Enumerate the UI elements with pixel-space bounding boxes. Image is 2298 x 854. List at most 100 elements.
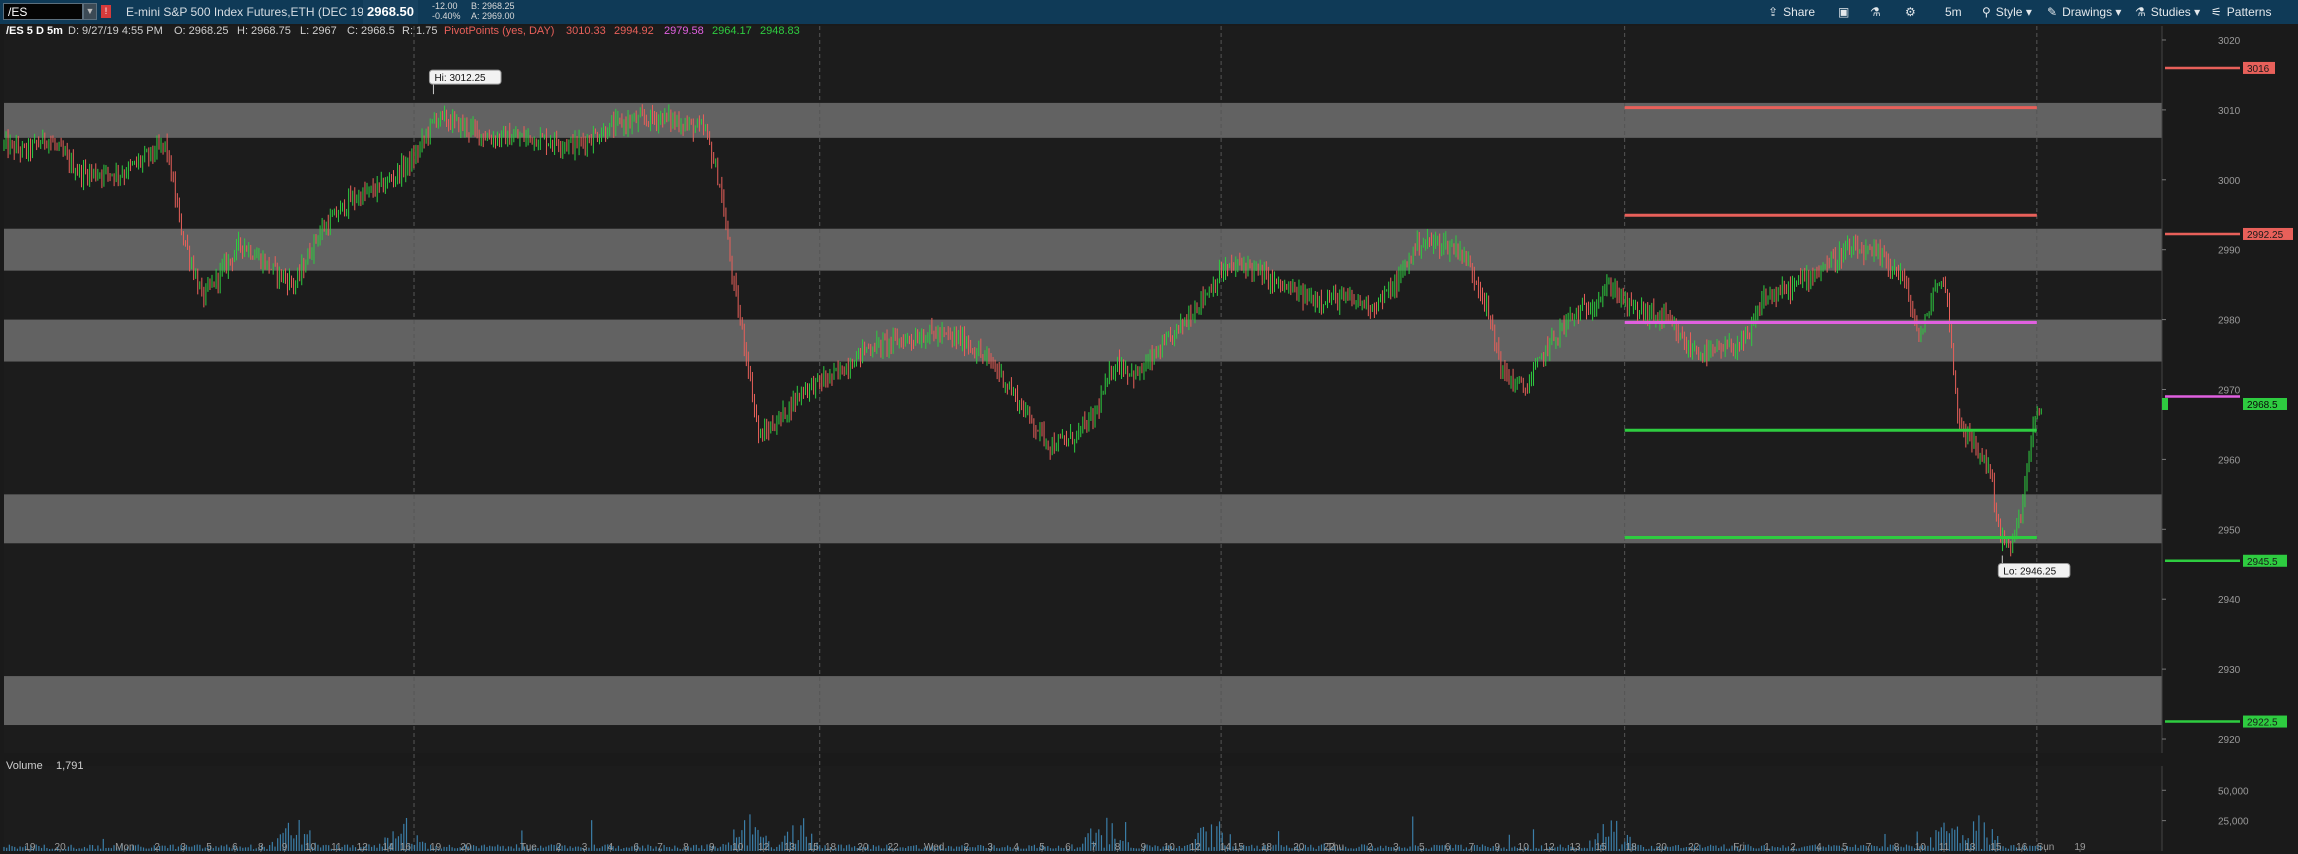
studies-button[interactable]: ⚗ Studies ▾: [2135, 0, 2200, 24]
time-tick-label: 12: [758, 842, 770, 853]
flask-icon: ⚗: [2135, 5, 2146, 19]
time-tick-label: 3: [180, 842, 186, 853]
symbol-input[interactable]: /ES: [3, 3, 83, 20]
time-tick-label: 16: [400, 842, 412, 853]
time-tick-label: 7: [1469, 842, 1475, 853]
time-tick-label: 4: [1013, 842, 1019, 853]
volume-panel: [4, 766, 2162, 851]
time-tick-label: 13: [784, 842, 796, 853]
share-button[interactable]: ⇪ Share: [1768, 0, 1815, 24]
time-tick-label: 20: [55, 842, 67, 853]
time-tick-label: 13: [1964, 842, 1976, 853]
gray-zone: [4, 676, 2162, 726]
info-bar: /ES 5 D 5m D: 9/27/19 4:55 PM O: 2968.25…: [6, 25, 800, 37]
save-icon: ▣: [1838, 5, 1850, 19]
time-tick-label: 7: [1866, 842, 1872, 853]
interval-button[interactable]: 5m: [1945, 0, 1962, 24]
bar-range: R: 1.75: [402, 25, 437, 37]
time-tick-label: 10: [305, 842, 317, 853]
chevron-down-icon[interactable]: ▼: [83, 3, 97, 20]
time-tick-label: 12: [1544, 842, 1556, 853]
gray-zone: [4, 228, 2162, 271]
net-change: -12.00: [432, 1, 458, 11]
time-tick-label: 5: [206, 842, 212, 853]
bar-high: H: 2968.75: [237, 25, 291, 37]
top-toolbar: /ES ▼ ! E-mini S&P 500 Index Futures,ETH…: [0, 0, 2298, 25]
drawings-button[interactable]: ✎ Drawings ▾: [2047, 0, 2121, 24]
patterns-button[interactable]: ⚟ Patterns: [2211, 0, 2271, 24]
flag-icon[interactable]: !: [101, 5, 111, 18]
pivot-value-pp: 2979.58: [664, 25, 704, 37]
pivot-value-r2: 3010.33: [566, 25, 606, 37]
time-tick-label: 8: [258, 842, 264, 853]
pencil-icon: ✎: [2047, 5, 2058, 19]
price-tick-label: 2940: [2218, 595, 2241, 606]
price-marker-label: 3016: [2247, 64, 2270, 75]
time-tick-label: 15: [1595, 842, 1607, 853]
instrument-description: E-mini S&P 500 Index Futures,ETH (DEC 19…: [126, 5, 368, 19]
time-tick-label: 2: [154, 842, 160, 853]
price-tick-label: 2920: [2218, 735, 2241, 746]
patterns-icon: ⚟: [2211, 5, 2222, 19]
price-tick-label: 3000: [2218, 176, 2241, 187]
bar-low: L: 2967: [300, 25, 337, 37]
gray-zone: [4, 494, 2162, 544]
time-tick-label: 6: [232, 842, 238, 853]
time-tick-label: 15: [1233, 842, 1245, 853]
time-tick-label: 16: [2016, 842, 2028, 853]
pivot-value-s1: 2964.17: [712, 25, 752, 37]
price-tick-label: 2970: [2218, 386, 2241, 397]
flask-button[interactable]: ⚗: [1870, 0, 1886, 24]
time-tick-label: 10: [732, 842, 744, 853]
time-tick-label: 12: [357, 842, 369, 853]
time-tick-label: 3: [987, 842, 993, 853]
time-tick-label: 1: [1764, 842, 1770, 853]
time-tick-label: 18: [1261, 842, 1273, 853]
price-marker-label: 2992.25: [2247, 230, 2284, 241]
time-tick-label: 4: [1816, 842, 1822, 853]
chart-title: /ES 5 D 5m: [6, 25, 63, 37]
time-tick-label: 2: [964, 842, 970, 853]
time-tick-label: 22: [1688, 842, 1700, 853]
time-tick-label: 10: [1518, 842, 1530, 853]
pivot-value-s2: 2948.83: [760, 25, 800, 37]
time-tick-label: 11: [331, 842, 342, 853]
time-tick-label: 2: [1367, 842, 1373, 853]
style-icon: ⚲: [1982, 5, 1991, 19]
flask-icon: ⚗: [1870, 5, 1881, 19]
current-price-tab: [2162, 397, 2168, 410]
chart-area[interactable]: 3020301030002990298029702960295029402930…: [0, 24, 2298, 854]
patterns-label: Patterns: [2226, 5, 2272, 19]
pivot-value-r1: 2994.92: [614, 25, 654, 37]
interval-label: 5m: [1945, 5, 1962, 19]
bar-close: C: 2968.5: [347, 25, 395, 37]
time-tick-label: 8: [1894, 842, 1900, 853]
price-tick-label: 2990: [2218, 246, 2241, 257]
price-tick-label: 3020: [2218, 36, 2241, 47]
bar-open: O: 2968.25: [174, 25, 228, 37]
study-name[interactable]: PivotPoints (yes, DAY): [444, 25, 554, 37]
settings-button[interactable]: ⚙: [1905, 0, 1921, 24]
time-tick-label: 10: [1164, 842, 1176, 853]
bid-price: B: 2968.25: [471, 1, 515, 11]
time-tick-label: 18: [1626, 842, 1638, 853]
style-label: Style: [1995, 5, 2023, 19]
time-tick-label: 15: [808, 842, 820, 853]
time-tick-label: 19: [2074, 842, 2086, 853]
time-tick-label: Sun: [2037, 842, 2055, 853]
time-tick-label: 8: [683, 842, 689, 853]
pct-change: -0.40%: [432, 11, 461, 21]
time-tick-label: 19: [24, 842, 36, 853]
time-tick-label: 6: [1445, 842, 1451, 853]
time-tick-label: 13: [1569, 842, 1581, 853]
time-tick-label: 6: [634, 842, 640, 853]
price-tick-label: 3010: [2218, 106, 2241, 117]
gear-icon: ⚙: [1905, 5, 1916, 19]
time-tick-label: 2: [1790, 842, 1796, 853]
save-button[interactable]: ▣: [1838, 0, 1854, 24]
time-tick-label: 3: [582, 842, 588, 853]
volume-value: 1,791: [56, 760, 84, 772]
time-tick-label: 2: [556, 842, 562, 853]
time-tick-label: Fri: [1733, 842, 1745, 853]
style-button[interactable]: ⚲ Style ▾: [1982, 0, 2032, 24]
